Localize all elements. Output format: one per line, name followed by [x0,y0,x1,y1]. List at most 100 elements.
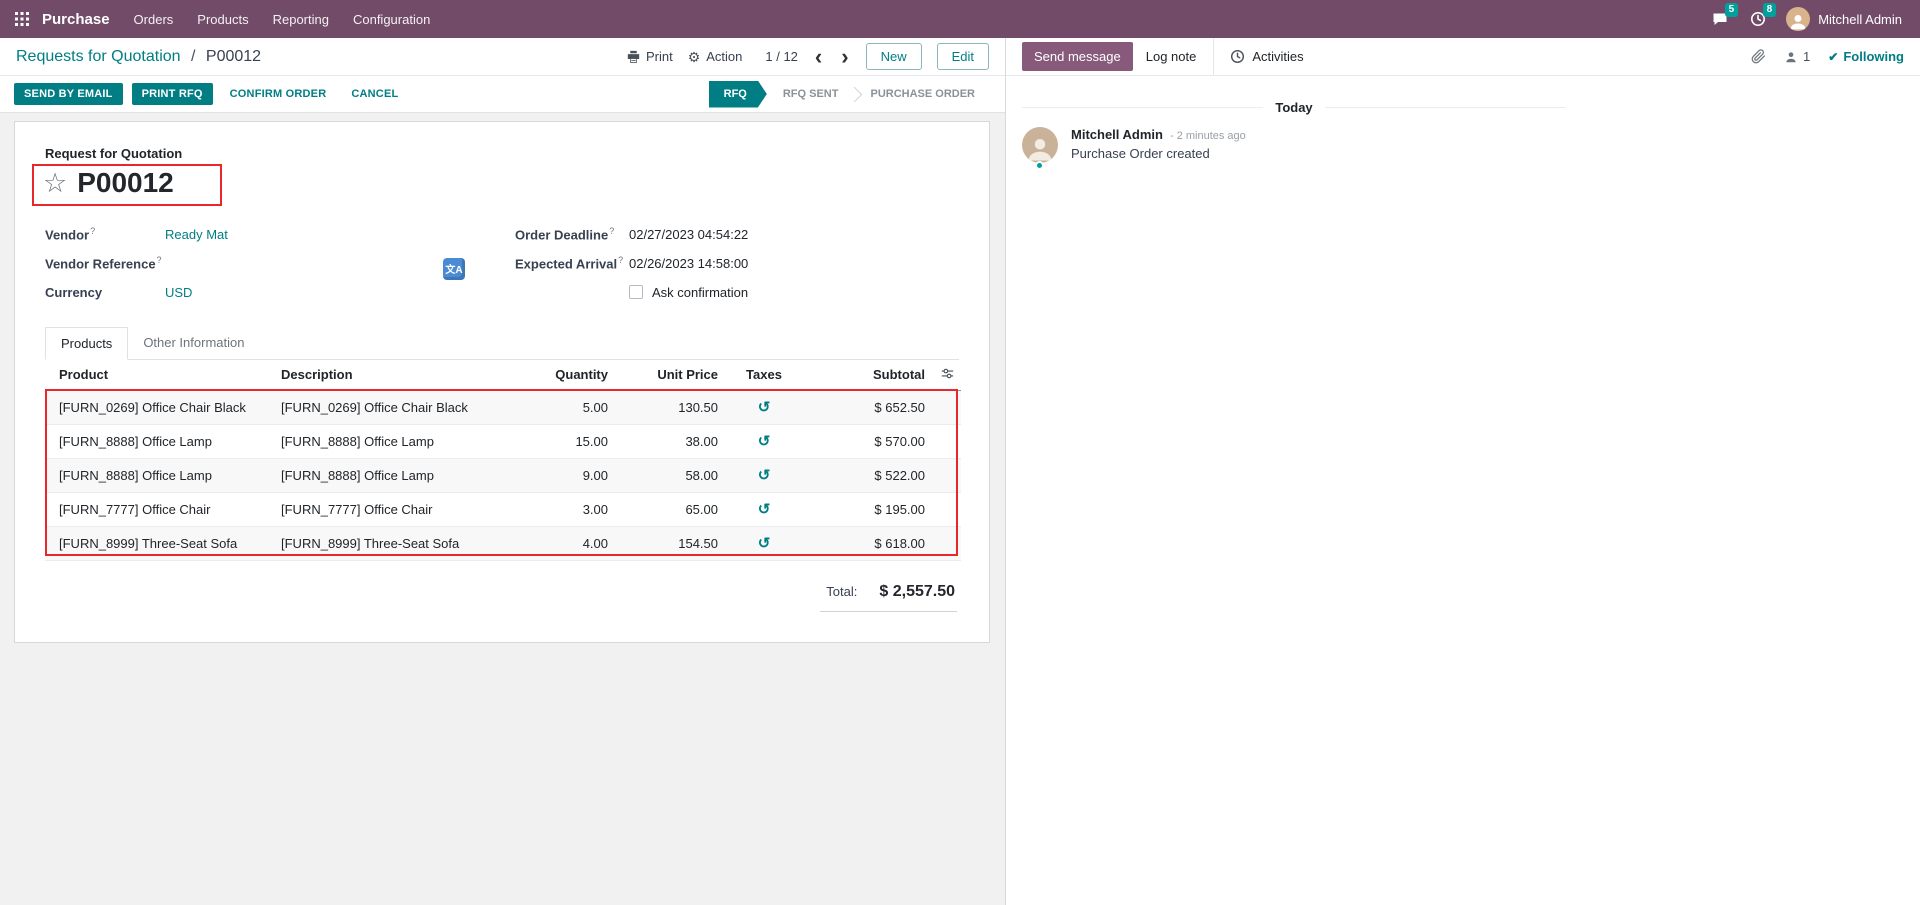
pager-value[interactable]: 1 / 12 [765,49,798,64]
table-row[interactable]: [FURN_8999] Three-Seat Sofa [FURN_8999] … [45,526,961,560]
vendor-field: Vendor? Ready Mat [45,220,515,249]
sheet-type-label: Request for Quotation [45,146,959,161]
action-label: Action [706,49,742,64]
table-row[interactable]: [FURN_7777] Office Chair [FURN_7777] Off… [45,492,961,526]
action-button[interactable]: ⚙ Action [688,49,743,64]
cell-quantity: 15.00 [521,424,616,458]
totals-section: Total: $ 2,557.50 [45,583,959,612]
header-product[interactable]: Product [45,360,273,391]
order-deadline-label: Order Deadline? [515,226,629,242]
print-button[interactable]: Print [627,49,673,64]
ask-confirmation-label: Ask confirmation [652,285,748,300]
order-deadline-label-text: Order Deadline [515,227,608,242]
total-label: Total: [826,584,857,599]
user-avatar [1786,7,1810,31]
cell-subtotal: $ 195.00 [802,492,933,526]
cell-description: [FURN_0269] Office Chair Black [273,390,521,424]
notebook-tabs: Products Other Information [45,327,959,360]
header-unit-price[interactable]: Unit Price [616,360,726,391]
help-marker: ? [618,255,623,265]
form-fields: Vendor? Ready Mat Vendor Reference? Curr… [45,220,959,307]
ask-confirmation-checkbox[interactable] [629,285,643,299]
tab-products[interactable]: Products [45,327,128,360]
menu-orders[interactable]: Orders [122,0,186,38]
attachments-button[interactable] [1751,49,1766,64]
paperclip-icon [1751,49,1766,64]
table-row[interactable]: [FURN_8888] Office Lamp [FURN_8888] Offi… [45,424,961,458]
cancel-button[interactable]: CANCEL [343,83,406,105]
apps-menu-button[interactable] [6,0,38,38]
vendor-link[interactable]: Ready Mat [165,227,228,242]
translate-icon[interactable]: 文A [443,258,465,280]
pager-previous-button[interactable]: ‹ [813,46,824,68]
user-menu[interactable]: Mitchell Admin [1778,7,1910,31]
message-body: Purchase Order created [1071,146,1246,161]
taxes-history-icon[interactable]: ↺ [758,501,771,518]
fields-right-column: Order Deadline? 02/27/2023 04:54:22 Expe… [515,220,959,307]
status-pipeline: RFQ RFQ SENT PURCHASE ORDER [709,81,991,108]
following-button[interactable]: ✔ Following [1828,49,1904,64]
chatter-panel: Send message Log note Activities [1006,38,1920,905]
expected-arrival-field: Expected Arrival? 02/26/2023 14:58:00 [515,249,959,278]
menu-products[interactable]: Products [185,0,260,38]
favorite-star-icon[interactable]: ☆ [43,170,67,197]
send-by-email-button[interactable]: SEND BY EMAIL [14,83,123,105]
header-quantity[interactable]: Quantity [521,360,616,391]
tab-other-information[interactable]: Other Information [128,327,259,359]
breadcrumb-separator: / [191,48,195,65]
taxes-history-icon[interactable]: ↺ [758,399,771,416]
messages-button[interactable]: 5 [1702,0,1738,38]
help-marker: ? [609,226,614,236]
cell-subtotal: $ 570.00 [802,424,933,458]
optional-columns-icon[interactable] [941,367,954,380]
vendor-reference-label-text: Vendor Reference [45,256,156,271]
totals-box: Total: $ 2,557.50 [820,583,957,612]
statusbar: SEND BY EMAIL PRINT RFQ CONFIRM ORDER CA… [0,76,1005,113]
cell-unit-price: 58.00 [616,458,726,492]
message-avatar-wrap [1022,127,1058,163]
menu-configuration[interactable]: Configuration [341,0,442,38]
expected-arrival-value: 02/26/2023 14:58:00 [629,256,748,271]
control-panel: Requests for Quotation / P00012 Print ⚙ … [0,38,1005,76]
print-rfq-button[interactable]: PRINT RFQ [132,83,213,105]
taxes-history-icon[interactable]: ↺ [758,433,771,450]
taxes-history-icon[interactable]: ↺ [758,535,771,552]
currency-link[interactable]: USD [165,285,192,300]
app-name[interactable]: Purchase [42,11,110,28]
stage-purchase-order[interactable]: PURCHASE ORDER [854,81,991,108]
table-row[interactable]: [FURN_8888] Office Lamp [FURN_8888] Offi… [45,458,961,492]
confirm-order-button[interactable]: CONFIRM ORDER [222,83,335,105]
edit-button[interactable]: Edit [937,43,989,70]
activities-label: Activities [1252,49,1303,64]
top-navbar: Purchase Orders Products Reporting Confi… [0,0,1920,38]
breadcrumb-current: P00012 [206,48,261,65]
order-deadline-value: 02/27/2023 04:54:22 [629,227,748,242]
table-header-row: Product Description Quantity Unit Price … [45,360,961,391]
schedule-activity-button[interactable]: Activities [1218,42,1315,71]
table-row[interactable]: [FURN_0269] Office Chair Black [FURN_026… [45,390,961,424]
breadcrumb-parent-link[interactable]: Requests for Quotation [16,48,181,65]
cell-description: [FURN_7777] Office Chair [273,492,521,526]
taxes-history-icon[interactable]: ↺ [758,467,771,484]
stage-rfq-sent[interactable]: RFQ SENT [767,81,855,108]
stage-rfq[interactable]: RFQ [709,81,767,108]
activities-systray-button[interactable]: 8 [1740,0,1776,38]
new-button[interactable]: New [866,43,922,70]
menu-reporting[interactable]: Reporting [261,0,341,38]
cell-product: [FURN_8888] Office Lamp [45,458,273,492]
header-subtotal[interactable]: Subtotal [802,360,933,391]
header-description[interactable]: Description [273,360,521,391]
navbar-menu: Orders Products Reporting Configuration [122,0,443,38]
activities-badge: 8 [1763,3,1777,17]
followers-button[interactable]: 1 [1784,49,1810,64]
header-taxes[interactable]: Taxes [726,360,802,391]
pager-next-button[interactable]: › [839,46,850,68]
message-author[interactable]: Mitchell Admin [1071,127,1163,142]
cell-unit-price: 130.50 [616,390,726,424]
log-note-button[interactable]: Log note [1133,42,1210,71]
cell-unit-price: 65.00 [616,492,726,526]
send-message-button[interactable]: Send message [1022,42,1133,71]
cell-product: [FURN_8999] Three-Seat Sofa [45,526,273,560]
expected-arrival-label-text: Expected Arrival [515,256,617,271]
message-time: - 2 minutes ago [1170,130,1246,142]
